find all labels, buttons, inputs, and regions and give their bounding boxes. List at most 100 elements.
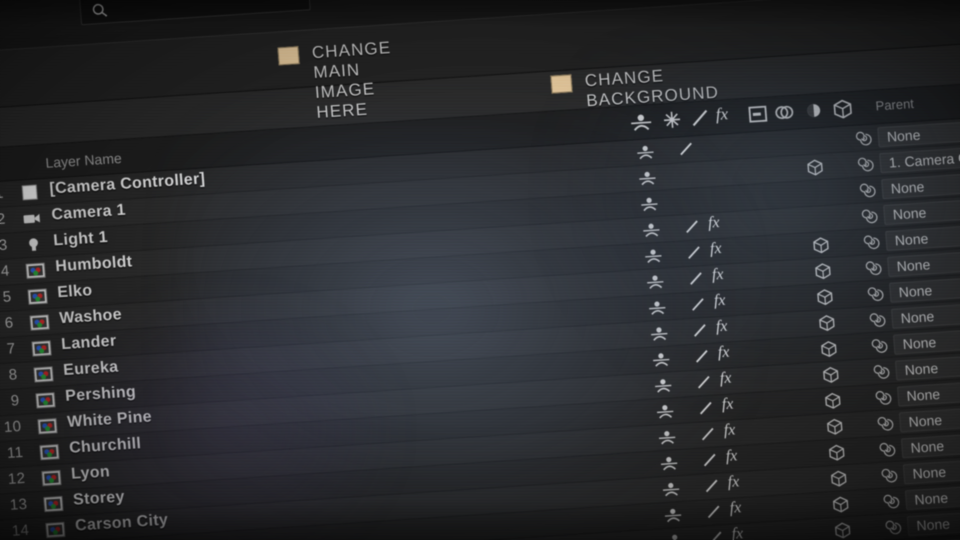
- quality-switch-icon[interactable]: [701, 452, 718, 469]
- effects-switch[interactable]: fx: [707, 214, 720, 233]
- shy-switch-icon[interactable]: [640, 195, 659, 213]
- three-d-layer-icon[interactable]: [831, 495, 850, 514]
- shy-switch-icon[interactable]: [659, 454, 678, 472]
- shy-switch-icon[interactable]: [642, 221, 661, 239]
- quality-switch-icon[interactable]: [697, 400, 714, 417]
- effects-switch-header-icon[interactable]: fx: [715, 104, 729, 125]
- parent-pickwhip-icon[interactable]: [879, 466, 898, 485]
- shy-switch-icon[interactable]: [661, 480, 680, 498]
- parent-dropdown[interactable]: None: [881, 170, 960, 200]
- shy-switch-icon[interactable]: [648, 299, 667, 317]
- parent-pickwhip-icon[interactable]: [869, 336, 888, 355]
- parent-dropdown[interactable]: None: [885, 222, 960, 252]
- quality-switch-icon[interactable]: [692, 322, 709, 339]
- parent-pickwhip-icon[interactable]: [871, 362, 890, 381]
- parent-dropdown[interactable]: None: [898, 403, 960, 433]
- layer-name[interactable]: Churchill: [69, 435, 142, 458]
- effects-switch[interactable]: fx: [717, 344, 730, 363]
- layer-name[interactable]: White Pine: [67, 408, 153, 431]
- shy-switch-header-icon[interactable]: [629, 111, 652, 132]
- layer-name[interactable]: Washoe: [59, 306, 123, 328]
- parent-pickwhip-icon[interactable]: [877, 440, 896, 459]
- motion-blur-header-icon[interactable]: [773, 102, 796, 123]
- parent-dropdown[interactable]: None: [896, 378, 960, 407]
- shy-switch-icon[interactable]: [652, 350, 671, 368]
- frame-blend-header-icon[interactable]: [747, 104, 768, 125]
- shy-switch-icon[interactable]: [656, 402, 675, 420]
- parent-pickwhip-icon[interactable]: [881, 492, 900, 511]
- layer-name[interactable]: Pershing: [65, 383, 137, 406]
- quality-switch-icon[interactable]: [703, 477, 720, 494]
- three-d-layer-icon[interactable]: [817, 314, 836, 333]
- shy-switch-icon[interactable]: [665, 532, 684, 540]
- three-d-layer-icon[interactable]: [819, 339, 838, 358]
- parent-dropdown[interactable]: None: [894, 352, 960, 381]
- parent-pickwhip-icon[interactable]: [875, 414, 894, 433]
- parent-dropdown[interactable]: None: [902, 455, 960, 485]
- parent-pickwhip-icon[interactable]: [857, 181, 876, 200]
- shy-switch-icon[interactable]: [638, 169, 657, 187]
- shy-switch-icon[interactable]: [654, 376, 673, 394]
- layer-name[interactable]: Lyon: [71, 463, 111, 483]
- layer-name[interactable]: Eureka: [63, 359, 119, 381]
- layer-name[interactable]: Humboldt: [55, 253, 133, 276]
- column-header-parent[interactable]: Parent: [875, 96, 914, 113]
- quality-switch-header-icon[interactable]: [689, 107, 710, 128]
- parent-pickwhip-icon[interactable]: [867, 310, 886, 329]
- effects-switch[interactable]: fx: [711, 266, 724, 285]
- three-d-layer-icon[interactable]: [827, 443, 846, 462]
- parent-dropdown[interactable]: None: [892, 326, 960, 355]
- parent-pickwhip-icon[interactable]: [873, 388, 892, 407]
- effects-switch[interactable]: fx: [727, 473, 740, 492]
- three-d-layer-icon[interactable]: [815, 288, 834, 307]
- parent-pickwhip-icon[interactable]: [859, 207, 878, 226]
- three-d-layer-icon[interactable]: [833, 521, 852, 540]
- three-d-layer-icon[interactable]: [825, 417, 844, 436]
- quality-switch-icon[interactable]: [690, 296, 707, 313]
- shy-switch-icon[interactable]: [646, 273, 665, 291]
- three-d-layer-icon[interactable]: [821, 365, 840, 384]
- parent-dropdown[interactable]: None: [906, 507, 960, 537]
- layer-name[interactable]: Elko: [57, 282, 93, 302]
- layer-name[interactable]: Carson City: [74, 512, 168, 536]
- parent-dropdown[interactable]: None: [877, 118, 960, 148]
- effects-switch[interactable]: fx: [729, 499, 742, 518]
- parent-dropdown[interactable]: 1. Camera Co: [879, 144, 960, 174]
- collapse-switch-header-icon[interactable]: [661, 109, 682, 130]
- parent-pickwhip-icon[interactable]: [861, 232, 880, 251]
- parent-dropdown[interactable]: None: [904, 481, 960, 511]
- effects-switch[interactable]: fx: [725, 447, 738, 466]
- quality-switch-icon[interactable]: [678, 140, 695, 157]
- quality-switch-icon[interactable]: [688, 270, 705, 287]
- shy-switch-icon[interactable]: [650, 325, 669, 343]
- effects-switch[interactable]: fx: [713, 292, 726, 311]
- quality-switch-icon[interactable]: [705, 503, 722, 520]
- effects-switch[interactable]: fx: [719, 369, 732, 388]
- parent-pickwhip-icon[interactable]: [883, 518, 902, 537]
- parent-pickwhip-icon[interactable]: [863, 258, 882, 277]
- parent-dropdown[interactable]: None: [891, 300, 960, 329]
- parent-dropdown[interactable]: None: [900, 429, 960, 459]
- parent-pickwhip-icon[interactable]: [853, 129, 872, 148]
- shy-switch-icon[interactable]: [663, 506, 682, 524]
- quality-switch-icon[interactable]: [686, 244, 703, 261]
- quality-switch-icon[interactable]: [693, 348, 710, 365]
- parent-pickwhip-icon[interactable]: [865, 284, 884, 303]
- quality-switch-icon[interactable]: [707, 529, 724, 540]
- layer-name[interactable]: Camera 1: [51, 202, 127, 225]
- parent-pickwhip-icon[interactable]: [855, 155, 874, 174]
- three-d-layer-icon[interactable]: [829, 469, 848, 488]
- shy-switch-icon[interactable]: [644, 247, 663, 265]
- layer-name[interactable]: Storey: [73, 488, 126, 509]
- three-d-layer-icon[interactable]: [823, 391, 842, 410]
- layer-name[interactable]: Light 1: [53, 229, 109, 251]
- adjustment-layer-header-icon[interactable]: [803, 100, 824, 121]
- effects-switch[interactable]: fx: [709, 240, 722, 259]
- shy-switch-icon[interactable]: [657, 428, 676, 446]
- parent-dropdown[interactable]: None: [889, 274, 960, 303]
- three-d-layer-icon[interactable]: [813, 262, 832, 281]
- parent-dropdown[interactable]: None: [887, 248, 960, 277]
- three-d-layer-icon[interactable]: [811, 236, 830, 255]
- effects-switch[interactable]: fx: [723, 421, 736, 440]
- quality-switch-icon[interactable]: [699, 426, 716, 443]
